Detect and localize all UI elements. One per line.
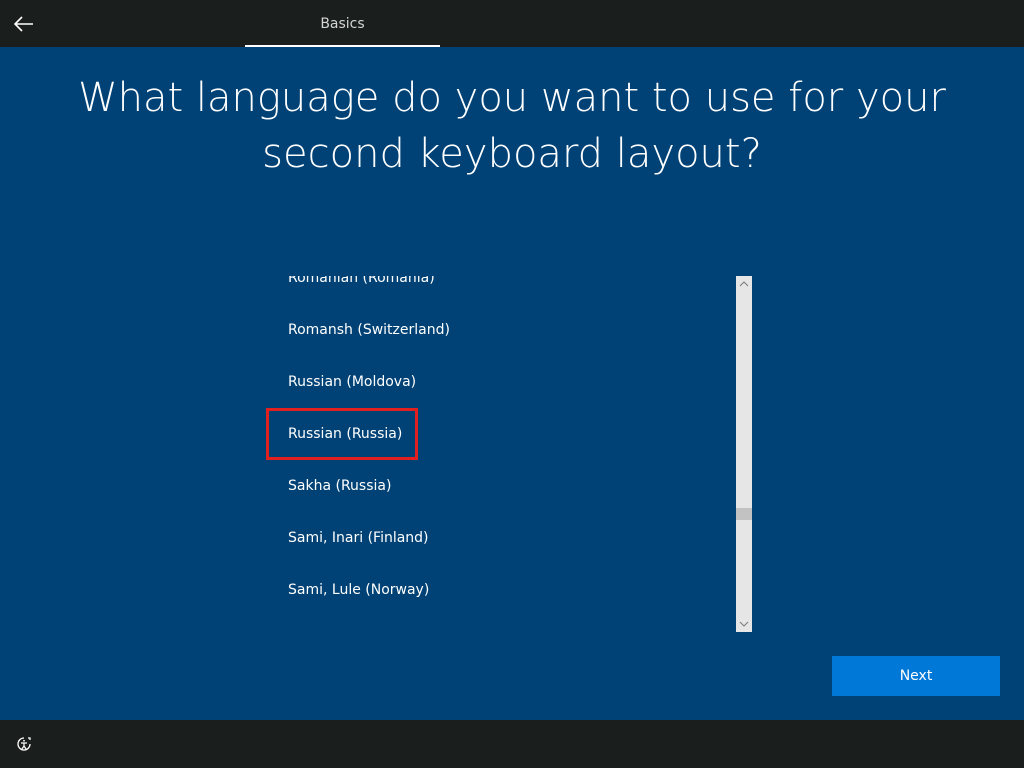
language-item[interactable]: Sakha (Russia) [266,460,409,512]
language-item[interactable]: Sami, Inari (Finland) [266,512,429,564]
scroll-up-button[interactable] [736,276,752,292]
language-item[interactable]: Russian (Russia) [266,408,419,460]
language-list[interactable]: Romanian (Romania) Romansh (Switzerland) R… [266,276,736,632]
chevron-down-icon [739,621,749,627]
language-list-items: Romanian (Romania) Romansh (Switzerland) R… [266,276,736,616]
language-item[interactable]: Sami, Lule (Norway) [266,564,429,616]
language-item[interactable]: Romanian (Romania) [266,276,435,304]
language-list-scrollbar[interactable] [736,276,752,632]
chevron-up-icon [739,281,749,287]
scroll-thumb[interactable] [736,508,752,520]
oobe-screen: Basics What language do you want to use … [0,0,1024,768]
ease-of-access-icon [17,737,31,751]
top-bar: Basics [0,0,1024,47]
scroll-down-button[interactable] [736,616,752,632]
step-tab-basics: Basics [245,0,440,47]
back-arrow-icon [14,16,33,32]
next-button[interactable]: Next [832,656,1000,696]
back-button[interactable] [8,8,40,40]
bottom-bar [0,720,1024,768]
language-item[interactable]: Romansh (Switzerland) [266,304,450,356]
ease-of-access-button[interactable] [12,732,36,756]
language-item[interactable]: Russian (Moldova) [266,356,416,408]
page-title: What language do you want to use for you… [78,75,946,177]
